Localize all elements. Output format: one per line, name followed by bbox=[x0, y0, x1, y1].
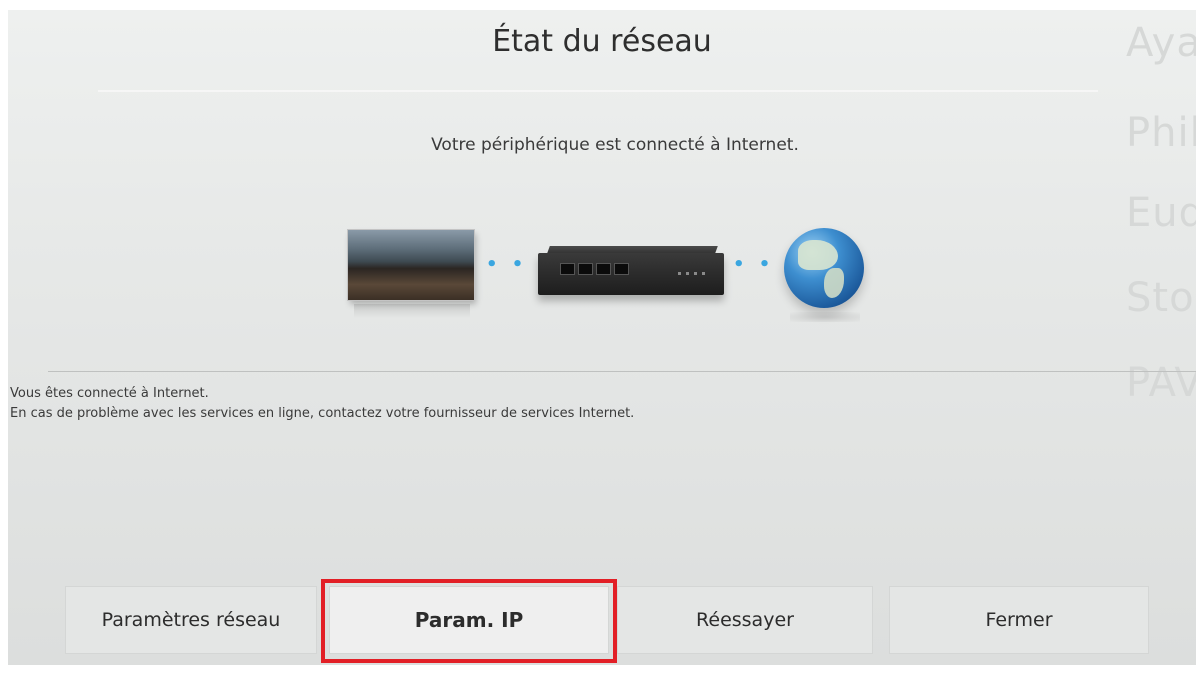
tv-reflection bbox=[354, 304, 470, 318]
background-list-item: Eud bbox=[1126, 190, 1196, 236]
info-text-line: En cas de problème avec les services en … bbox=[10, 406, 635, 421]
globe-land bbox=[798, 240, 838, 270]
globe-land bbox=[824, 268, 844, 298]
background-list-item: Sto bbox=[1126, 275, 1195, 321]
router-led bbox=[686, 272, 689, 275]
background-list-item: PAV bbox=[1126, 360, 1196, 406]
header-divider bbox=[98, 90, 1098, 92]
router-port bbox=[560, 263, 575, 275]
router-port bbox=[578, 263, 593, 275]
router-port bbox=[614, 263, 629, 275]
dialog-title: État du réseau bbox=[492, 24, 712, 59]
ip-settings-button[interactable]: Param. IP bbox=[329, 586, 609, 654]
router-led bbox=[702, 272, 705, 275]
router-led bbox=[694, 272, 697, 275]
retry-button[interactable]: Réessayer bbox=[617, 586, 873, 654]
network-settings-button[interactable]: Paramètres réseau bbox=[65, 586, 317, 654]
router-led bbox=[678, 272, 681, 275]
close-button[interactable]: Fermer bbox=[889, 586, 1149, 654]
router-port bbox=[596, 263, 611, 275]
section-divider bbox=[48, 371, 1196, 372]
connection-status-message: Votre périphérique est connecté à Intern… bbox=[431, 135, 799, 155]
globe-reflection bbox=[790, 312, 860, 322]
tv-icon bbox=[348, 230, 474, 300]
globe-icon bbox=[784, 228, 864, 308]
info-text-line: Vous êtes connecté à Internet. bbox=[10, 386, 209, 401]
network-status-screen: Aya Phil Eud Sto PAV État du réseau Votr… bbox=[8, 10, 1196, 665]
